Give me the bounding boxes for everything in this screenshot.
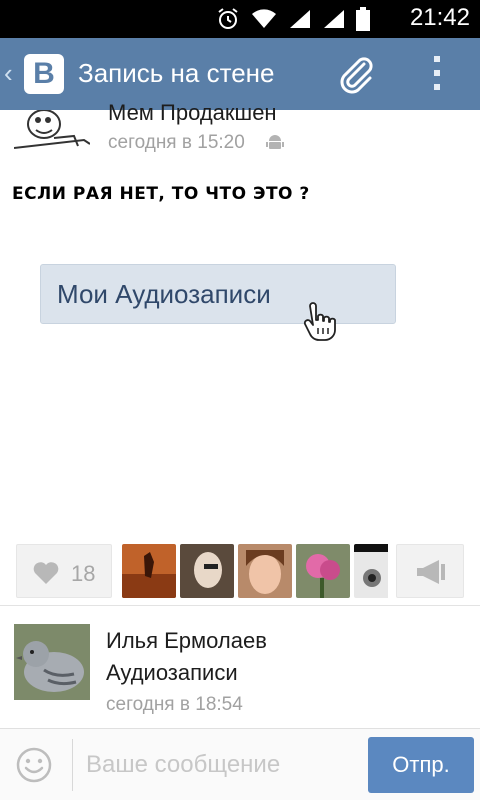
- hand-cursor-icon: [303, 302, 336, 341]
- heart-icon: [33, 562, 59, 584]
- compose-separator: [72, 739, 73, 791]
- liker-avatar[interactable]: [180, 544, 234, 598]
- like-button[interactable]: 18: [16, 544, 112, 598]
- audio-button-label: Мои Аудиозаписи: [57, 279, 271, 309]
- post-time: сегодня в 15:20: [108, 132, 245, 153]
- like-count: 18: [71, 561, 96, 586]
- commenter-avatar[interactable]: [14, 624, 90, 700]
- compose-bar: Отпр.: [0, 728, 480, 800]
- signal-icon: [324, 10, 344, 28]
- post-header: Мем Продакшен сегодня в 15:20: [0, 100, 480, 166]
- post-actions: 18: [0, 544, 480, 600]
- divider: [0, 605, 480, 606]
- liker-avatar[interactable]: [296, 544, 350, 598]
- alarm-icon: [218, 8, 238, 29]
- send-button[interactable]: Отпр.: [368, 737, 474, 793]
- comment-text: Аудиозаписи: [106, 660, 238, 685]
- smiley-icon[interactable]: [16, 747, 52, 783]
- signal-icon: [290, 10, 310, 28]
- vk-logo[interactable]: В: [24, 54, 64, 94]
- back-chevron-icon[interactable]: ‹: [4, 58, 13, 89]
- share-button[interactable]: [396, 544, 464, 598]
- page-title: Запись на стене: [78, 58, 275, 88]
- comment-author[interactable]: Илья Ермолаев: [106, 628, 267, 654]
- liker-avatar[interactable]: [122, 544, 176, 598]
- author-avatar[interactable]: [14, 110, 90, 154]
- audio-button-image: Мои Аудиозаписи: [40, 264, 396, 324]
- post-text: ЕСЛИ РАЯ НЕТ, ТО ЧТО ЭТО ?: [12, 184, 310, 204]
- post-author[interactable]: Мем Продакшен: [108, 100, 277, 126]
- status-icons: [216, 7, 370, 31]
- comment-time: сегодня в 18:54: [106, 694, 243, 715]
- status-bar: 21:42: [0, 0, 480, 38]
- comment-item[interactable]: Илья Ермолаев Аудиозаписи сегодня в 18:5…: [0, 612, 480, 722]
- megaphone-icon: [417, 560, 445, 584]
- android-icon: [266, 135, 284, 149]
- paperclip-icon[interactable]: [334, 52, 378, 96]
- wifi-icon: [252, 9, 276, 28]
- message-input[interactable]: [86, 745, 354, 785]
- status-time: 21:42: [409, 4, 470, 31]
- battery-icon: [356, 7, 370, 31]
- overflow-menu-icon[interactable]: [432, 56, 442, 92]
- liker-avatar[interactable]: [238, 544, 292, 598]
